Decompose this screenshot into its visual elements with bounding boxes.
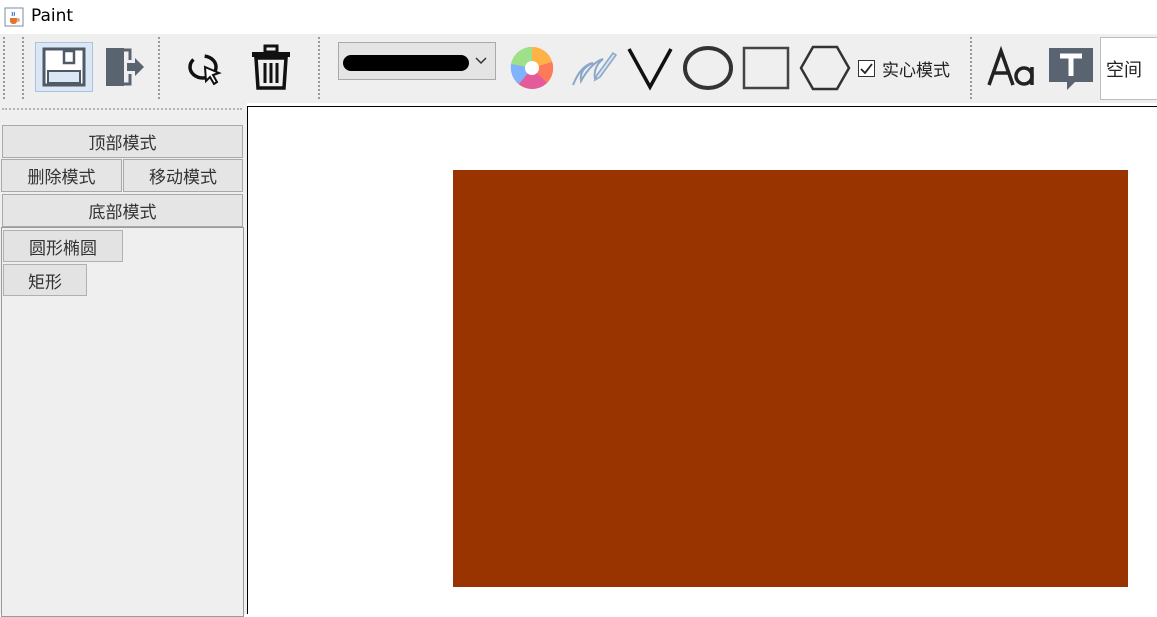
text-tool-button[interactable] bbox=[1044, 42, 1098, 94]
solid-mode-checkbox[interactable]: 实心模式 bbox=[858, 56, 968, 81]
rectangle-tool-button[interactable] bbox=[740, 44, 792, 92]
title-bar: Paint bbox=[0, 0, 1157, 34]
java-cup-icon bbox=[4, 7, 24, 27]
color-button[interactable] bbox=[506, 44, 558, 92]
ellipse-outline-icon bbox=[683, 46, 733, 90]
trash-can-icon bbox=[252, 44, 290, 90]
pen-button[interactable] bbox=[566, 44, 618, 92]
delete-button[interactable] bbox=[246, 42, 296, 94]
toolbar-grip[interactable] bbox=[3, 37, 6, 99]
checkbox-box[interactable] bbox=[858, 59, 875, 77]
shape-list-area: 圆形椭圆 矩形 bbox=[1, 227, 244, 617]
ellipse-tool-button[interactable] bbox=[680, 42, 736, 94]
panel-divider bbox=[2, 108, 242, 110]
save-button[interactable] bbox=[35, 42, 93, 92]
toolbar-grip bbox=[318, 37, 321, 99]
select-button[interactable] bbox=[182, 46, 228, 92]
color-wheel-icon bbox=[510, 46, 554, 89]
polygon-tool-button[interactable] bbox=[798, 42, 852, 94]
font-aa-icon bbox=[987, 45, 1034, 86]
line-tool-button[interactable] bbox=[624, 44, 676, 92]
check-icon bbox=[860, 62, 873, 74]
exit-door-icon bbox=[106, 48, 144, 86]
lasso-cursor-icon bbox=[188, 54, 222, 86]
shape-item-ellipse[interactable]: 圆形椭圆 bbox=[3, 230, 123, 262]
move-mode-button[interactable]: 移动模式 bbox=[123, 159, 243, 192]
chevron-down-icon bbox=[475, 57, 487, 65]
rectangle-outline-icon bbox=[742, 46, 790, 90]
v-line-icon bbox=[627, 48, 673, 91]
bottom-mode-button[interactable]: 底部模式 bbox=[2, 194, 243, 227]
hexagon-outline-icon bbox=[799, 45, 851, 91]
left-panel: 顶部模式 删除模式 移动模式 底部模式 圆形椭圆 矩形 bbox=[0, 103, 247, 617]
drawn-rectangle[interactable] bbox=[453, 170, 1128, 587]
toolbar-grip bbox=[158, 37, 161, 99]
toolbar-grip bbox=[970, 37, 973, 99]
toolbar-grip[interactable] bbox=[22, 37, 25, 99]
window-title: Paint bbox=[31, 6, 74, 26]
space-field-text: 空间 bbox=[1106, 59, 1142, 81]
pen-scribble-icon bbox=[572, 51, 617, 86]
floppy-disk-icon bbox=[42, 47, 86, 87]
thick-line-preview bbox=[343, 55, 469, 71]
text-bubble-icon bbox=[1049, 48, 1093, 90]
delete-mode-button[interactable]: 删除模式 bbox=[1, 159, 122, 192]
drawing-canvas[interactable] bbox=[247, 106, 1157, 614]
space-field[interactable]: 空间 bbox=[1100, 37, 1157, 100]
stroke-width-select[interactable] bbox=[338, 42, 496, 80]
exit-button[interactable] bbox=[98, 42, 148, 92]
shape-item-rectangle[interactable]: 矩形 bbox=[3, 264, 87, 296]
toolbar: 实心模式 空间 bbox=[0, 34, 1157, 103]
top-mode-button[interactable]: 顶部模式 bbox=[2, 125, 243, 158]
solid-mode-label: 实心模式 bbox=[882, 60, 950, 81]
font-button[interactable] bbox=[986, 44, 1040, 92]
